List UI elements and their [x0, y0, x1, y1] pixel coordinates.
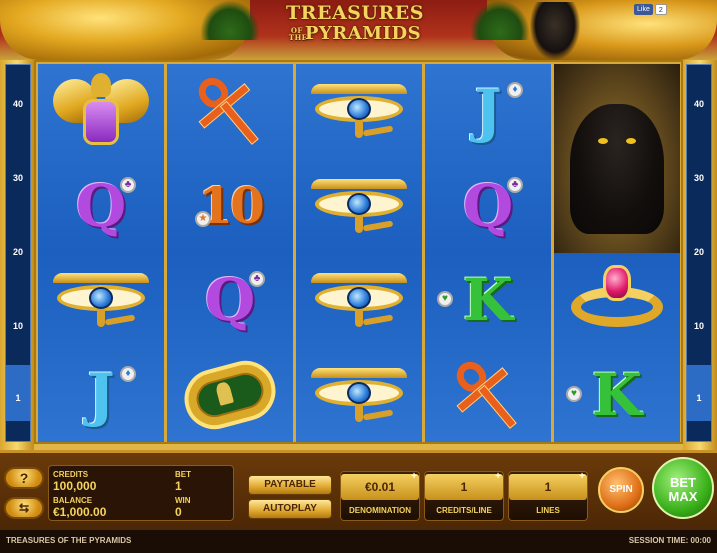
symbol-letter: J — [474, 77, 502, 145]
payline-number[interactable]: 20 — [687, 247, 711, 257]
reel-symbol-ten: 10 ★ — [167, 159, 293, 253]
eye-of-horus-icon — [296, 253, 422, 347]
payline-number[interactable]: 40 — [687, 99, 711, 109]
bet-value: 1 — [175, 479, 182, 493]
payline-number[interactable]: 20 — [6, 247, 30, 257]
symbol-letter: Q — [75, 171, 127, 240]
palm-icon — [470, 0, 530, 40]
session-time: SESSION TIME: 00:00 — [628, 536, 711, 545]
denomination-value: €0.01 — [341, 474, 419, 500]
game-logo: TREASURES OF THEPYRAMIDS — [250, 2, 460, 44]
suit-gem-icon: ♣ — [120, 176, 136, 193]
status-bar: TREASURES OF THE PYRAMIDS SESSION TIME: … — [0, 530, 717, 553]
bet-max-label-1: BET — [670, 475, 696, 490]
suit-gem-icon: ♥ — [437, 291, 453, 307]
reel-symbol-k: K ♥ — [554, 348, 680, 442]
lines-label: LINES — [536, 506, 560, 515]
win-label: WIN — [175, 496, 191, 505]
control-panel: ? ⇆ CREDITS 100,000 BET 1 BALANCE €1,000… — [0, 450, 717, 535]
reel-5: K ♥ — [554, 64, 680, 442]
symbol-letter: Q — [462, 171, 514, 240]
payline-number[interactable]: 1 — [6, 393, 30, 403]
help-button[interactable]: ? — [4, 467, 44, 489]
symbol-letter: K — [462, 266, 514, 334]
facebook-like-widget[interactable]: Like 2 — [634, 4, 667, 15]
reel-symbol-q: Q ♣ — [167, 253, 293, 347]
reel-symbol-q: Q ♣ — [425, 159, 551, 253]
panther-emblem-icon — [530, 2, 580, 60]
bet-max-button[interactable]: BET MAX — [652, 457, 714, 519]
plus-icon[interactable]: + — [579, 472, 585, 482]
ankh-icon — [167, 64, 293, 158]
plus-icon[interactable]: + — [495, 472, 501, 482]
settings-toggle-button[interactable]: ⇆ — [4, 497, 44, 519]
logo-line1: TREASURES — [286, 2, 424, 24]
reel-symbol-k: K ♥ — [425, 253, 551, 347]
lines-value: 1 — [509, 474, 587, 500]
ankh-icon — [425, 348, 551, 442]
balance-label: BALANCE — [53, 496, 93, 505]
game-stage: TREASURES OF THEPYRAMIDS Like 2 40 30 20… — [0, 0, 717, 553]
cartouche-icon — [167, 348, 293, 442]
lines-selector[interactable]: 1 + LINES — [508, 471, 588, 521]
reel-area: Q ♣ J ♦ 10 ★ Q ♣ J ♦ Q ♣ K ♥ K ♥ — [34, 60, 683, 444]
denomination-label: DENOMINATION — [348, 506, 412, 515]
bet-label: BET — [175, 470, 191, 479]
credits-per-line-label: CREDITS/LINE — [436, 506, 492, 515]
denomination-selector[interactable]: €0.01 + DENOMINATION — [340, 471, 420, 521]
plus-icon[interactable]: + — [411, 472, 417, 482]
win-value: 0 — [175, 505, 182, 519]
eye-of-horus-icon — [296, 348, 422, 442]
reel-1: Q ♣ J ♦ — [38, 64, 164, 442]
symbol-letter: Q — [204, 266, 256, 334]
payline-number[interactable]: 30 — [687, 173, 711, 183]
symbol-letter: J — [87, 360, 115, 429]
bet-max-label-2: MAX — [668, 489, 698, 504]
ring-icon — [554, 253, 680, 347]
facebook-like-button[interactable]: Like — [634, 4, 653, 15]
reel-4: J ♦ Q ♣ K ♥ — [425, 64, 551, 442]
reel-symbol-j: J ♦ — [38, 348, 164, 442]
scarab-icon — [38, 64, 164, 158]
credits-info-panel: CREDITS 100,000 BET 1 BALANCE €1,000.00 … — [48, 465, 234, 521]
payline-indicator-right: 40 30 20 10 1 — [686, 64, 712, 442]
credits-per-line-value: 1 — [425, 474, 503, 500]
facebook-like-count: 2 — [654, 4, 667, 15]
payline-number[interactable]: 10 — [687, 321, 711, 331]
suit-gem-icon: ♦ — [120, 365, 136, 382]
suit-gem-icon: ♥ — [566, 385, 582, 402]
payline-indicator-left: 40 30 20 10 1 — [5, 64, 31, 442]
suit-gem-icon: ♦ — [507, 82, 523, 98]
payline-number[interactable]: 30 — [6, 173, 30, 183]
eye-of-horus-icon — [296, 64, 422, 158]
balance-value: €1,000.00 — [53, 505, 107, 519]
suit-gem-icon: ★ — [195, 210, 211, 227]
credits-label: CREDITS — [53, 470, 89, 479]
credits-per-line-selector[interactable]: 1 + CREDITS/LINE — [424, 471, 504, 521]
suit-gem-icon: ♣ — [507, 176, 523, 193]
eye-of-horus-icon — [296, 159, 422, 253]
autoplay-button[interactable]: AUTOPLAY — [248, 499, 332, 519]
reel-3 — [296, 64, 422, 442]
payline-number[interactable]: 40 — [6, 99, 30, 109]
reel-symbol-j: J ♦ — [425, 64, 551, 158]
credits-value: 100,000 — [53, 479, 97, 493]
payline-number[interactable]: 1 — [687, 393, 711, 403]
reel-symbol-q: Q ♣ — [38, 159, 164, 253]
payline-number[interactable]: 10 — [6, 321, 30, 331]
spin-button[interactable]: SPIN — [598, 467, 644, 513]
game-header: TREASURES OF THEPYRAMIDS Like 2 — [0, 0, 717, 60]
panther-icon — [554, 64, 680, 253]
logo-of-the: OF THE — [288, 26, 308, 42]
eye-of-horus-icon — [38, 253, 164, 347]
paytable-button[interactable]: PAYTABLE — [248, 475, 332, 495]
suit-gem-icon: ♣ — [249, 271, 265, 287]
symbol-letter: K — [591, 360, 643, 429]
game-name-footer: TREASURES OF THE PYRAMIDS — [6, 536, 132, 545]
logo-line2: PYRAMIDS — [304, 23, 422, 44]
reel-2: 10 ★ Q ♣ — [167, 64, 293, 442]
